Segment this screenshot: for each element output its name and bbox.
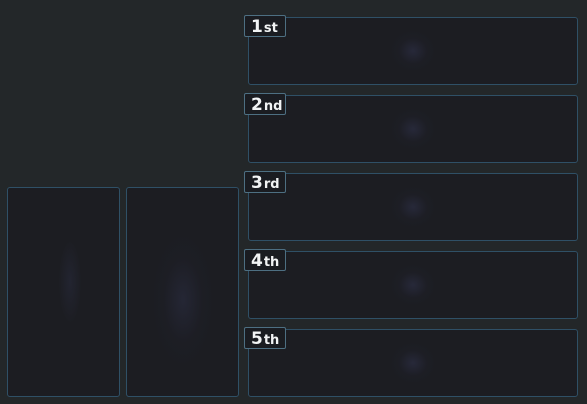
rank-suffix: rd [263,177,280,192]
rank-slot-2[interactable] [248,95,578,163]
rank-slot-5[interactable] [248,329,578,397]
slot-placeholder [391,343,435,383]
rank-suffix: th [263,255,280,270]
ranking-screen: 1st 2nd 3rd 4th 5th [0,0,587,404]
silhouette-placeholder [59,241,82,322]
rank-label-5th: 5th [244,327,286,349]
portrait-slot-right[interactable] [126,187,239,397]
rank-number: 5 [251,329,263,349]
rank-number: 3 [251,173,263,193]
rank-suffix: nd [263,99,283,114]
rank-suffix: th [263,333,280,348]
rank-label-4th: 4th [244,249,286,271]
rank-label-1st: 1st [244,15,286,37]
slot-placeholder [391,109,435,149]
rank-label-3rd: 3rd [244,171,286,193]
slot-placeholder [391,265,435,305]
rank-label-2nd: 2nd [244,93,286,115]
rank-number: 1 [251,17,263,37]
rank-slot-3[interactable] [248,173,578,241]
slot-placeholder [391,31,435,71]
rank-number: 4 [251,251,263,271]
rank-slot-4[interactable] [248,251,578,319]
rank-suffix: st [263,21,278,36]
slot-placeholder [391,187,435,227]
rank-number: 2 [251,95,263,115]
rank-slot-1[interactable] [248,17,578,85]
silhouette-placeholder [152,235,213,366]
portrait-slot-left[interactable] [7,187,120,397]
